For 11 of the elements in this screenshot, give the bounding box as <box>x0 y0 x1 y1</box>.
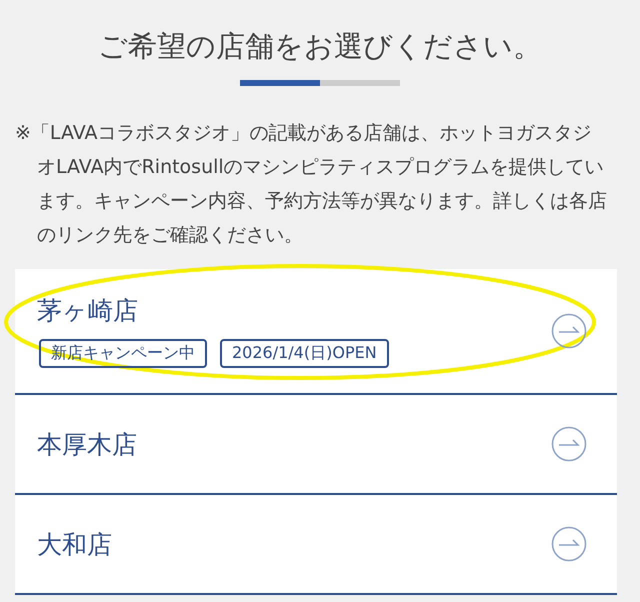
arrow-circle-icon <box>551 526 587 562</box>
page-title: ご希望の店舗をお選びください。 <box>98 28 542 65</box>
store-name: 茅ヶ崎店 <box>37 295 139 327</box>
notice-text: ※「LAVAコラボスタジオ」の記載がある店舗は、ホットヨガスタジオLAVA内でRintosullのマシンピラティスプログラムを提供しています。キャンペーン内容、予約方法等が異なります。詳しくは各店のリンク先をご確認ください。 <box>14 121 608 248</box>
store-tag: 2026/1/4(日)OPEN <box>220 339 389 368</box>
store-name: 本厚木店 <box>37 428 137 460</box>
store-link[interactable]: 本厚木店 <box>15 395 617 495</box>
store-name: 大和店 <box>37 528 112 560</box>
arrow-circle-icon <box>551 426 587 462</box>
arrow-circle-icon <box>551 313 587 349</box>
store-link[interactable]: 大和店 <box>15 495 617 595</box>
